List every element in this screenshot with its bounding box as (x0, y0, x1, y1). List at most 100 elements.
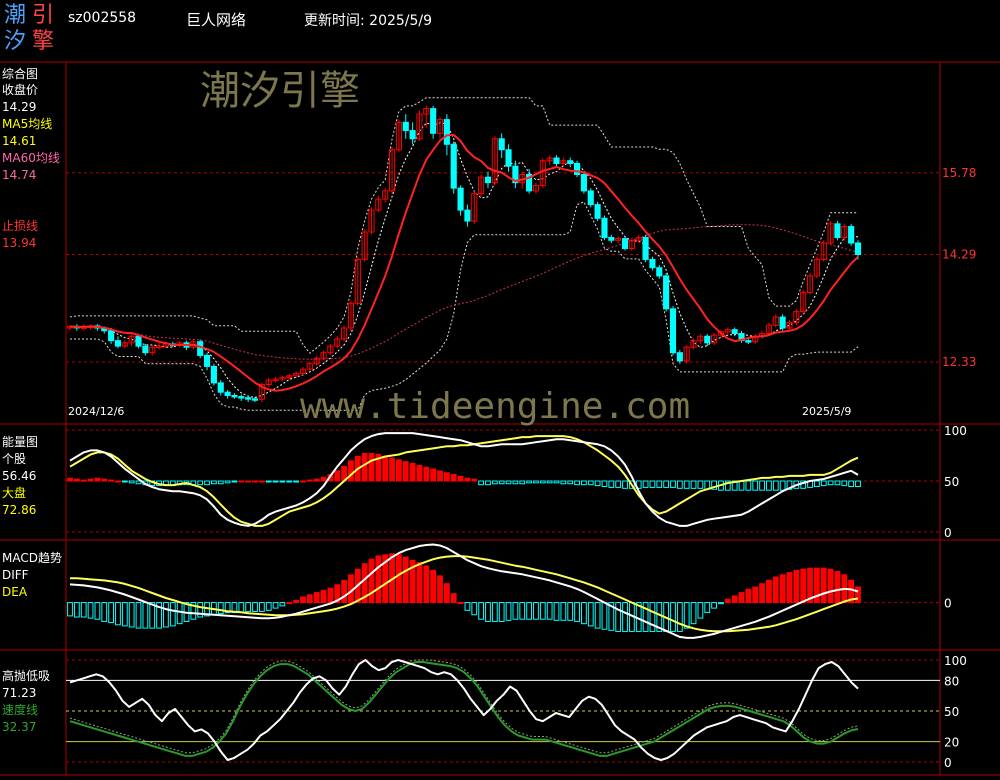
macd-bar-62 (491, 602, 498, 622)
candle-body-7 (114, 340, 122, 347)
macd-bar-53 (430, 569, 437, 604)
macd-bar-33 (293, 599, 300, 604)
energy-bar-76 (587, 480, 594, 486)
macd-bar-75 (581, 602, 587, 625)
macd-bar-57 (457, 602, 464, 605)
macd-bar-38 (327, 587, 334, 604)
brand-watermark: 潮汐引擎 (200, 68, 360, 114)
candle-body-57 (457, 187, 464, 211)
energy-bar-44 (368, 452, 375, 482)
candle-body-89 (676, 352, 683, 362)
macd-bar-90 (683, 602, 690, 629)
energy-bar-31 (279, 480, 286, 483)
candle-body-24 (231, 394, 238, 398)
energy-bar-29 (265, 480, 272, 483)
candle-body-55 (443, 119, 450, 145)
candle-body-6 (108, 330, 115, 342)
energy-bar-99 (745, 480, 752, 491)
candle-body-86 (656, 267, 663, 277)
candle-body-93 (704, 335, 711, 344)
energy-bar-57 (457, 475, 464, 482)
energy-tick-0: 100 (944, 424, 967, 438)
energy-bar-56 (450, 474, 457, 482)
candle-body-21 (210, 365, 217, 384)
macd-bar-106 (793, 569, 800, 604)
macd-bar-78 (601, 602, 608, 630)
energy-bar-71 (553, 480, 560, 484)
macd-bar-63 (498, 602, 505, 622)
candle-body-104 (779, 316, 786, 329)
macd-bar-96 (724, 598, 731, 604)
energy-bar-84 (642, 480, 649, 488)
macd-bar-55 (443, 583, 450, 604)
macd-bar-76 (587, 602, 594, 627)
macd-bar-54 (437, 575, 443, 604)
candle-body-112 (834, 223, 841, 239)
energy-bar-115 (855, 480, 861, 488)
macd-bar-102 (766, 579, 772, 604)
energy-bar-53 (430, 468, 437, 482)
candle-body-27 (251, 398, 259, 401)
energy-bar-79 (608, 480, 615, 488)
osc-line (69, 659, 859, 761)
energy-bar-30 (272, 480, 279, 483)
osc-tick-2: 50 (944, 705, 959, 719)
macd-bar-80 (615, 602, 622, 632)
energy-bar-2 (80, 479, 87, 482)
macd-bar-88 (670, 602, 676, 632)
macd-bar-89 (676, 602, 683, 632)
macd-bar-34 (300, 596, 306, 604)
energy-bar-75 (581, 480, 587, 486)
macd-bar-105 (786, 572, 793, 604)
energy-bar-65 (512, 480, 519, 485)
main-tick-0: 15.78 (942, 166, 976, 180)
energy-bar-6 (108, 479, 115, 482)
energy-bar-66 (519, 480, 526, 485)
energy-bar-54 (437, 470, 443, 482)
macd-bar-97 (731, 595, 738, 604)
macd-bar-95 (718, 602, 724, 605)
candle-body-84 (642, 237, 649, 260)
macd-bar-74 (574, 602, 580, 622)
macd-bar-14 (163, 602, 169, 628)
macd-bar-112 (834, 570, 841, 604)
energy-bar-49 (402, 461, 409, 482)
energy-bar-32 (286, 480, 293, 483)
macd-bar-58 (464, 602, 471, 611)
energy-bar-80 (615, 480, 622, 488)
macd-bar-65 (512, 602, 519, 620)
macd-bar-7 (115, 602, 121, 626)
macd-bar-11 (142, 602, 149, 629)
energy-bar-114 (848, 480, 855, 488)
macd-bar-2 (80, 602, 87, 618)
macd-bar-52 (423, 565, 430, 604)
macd-bar-8 (121, 602, 128, 627)
macd-bar-25 (238, 602, 245, 614)
macd-bar-59 (471, 602, 478, 616)
energy-bar-3 (87, 478, 94, 482)
energy-bar-90 (683, 480, 690, 489)
macd-bar-81 (622, 602, 628, 632)
candle-body-49 (402, 121, 409, 132)
macd-bar-66 (519, 602, 526, 620)
energy-tick-1: 50 (944, 475, 959, 489)
energy-bar-55 (443, 472, 450, 482)
speed-dashed-line (69, 659, 859, 754)
macd-bar-45 (375, 555, 382, 604)
energy-bar-64 (505, 480, 512, 485)
energy-bar-25 (238, 480, 245, 483)
energy-bar-68 (533, 480, 539, 484)
energy-bar-48 (396, 459, 402, 482)
osc-tick-0: 100 (944, 654, 967, 668)
energy-bar-51 (416, 464, 423, 482)
macd-bar-19 (197, 602, 204, 618)
macd-bar-51 (416, 562, 423, 604)
main-tick-2: 12.33 (942, 355, 976, 369)
candle-body-99 (745, 340, 752, 343)
macd-bar-68 (533, 602, 539, 620)
macd-bar-28 (258, 602, 265, 612)
energy-bar-112 (834, 480, 841, 486)
candle-body-63 (498, 138, 505, 151)
macd-bar-72 (560, 602, 567, 621)
osc-tick-1: 80 (944, 674, 959, 688)
